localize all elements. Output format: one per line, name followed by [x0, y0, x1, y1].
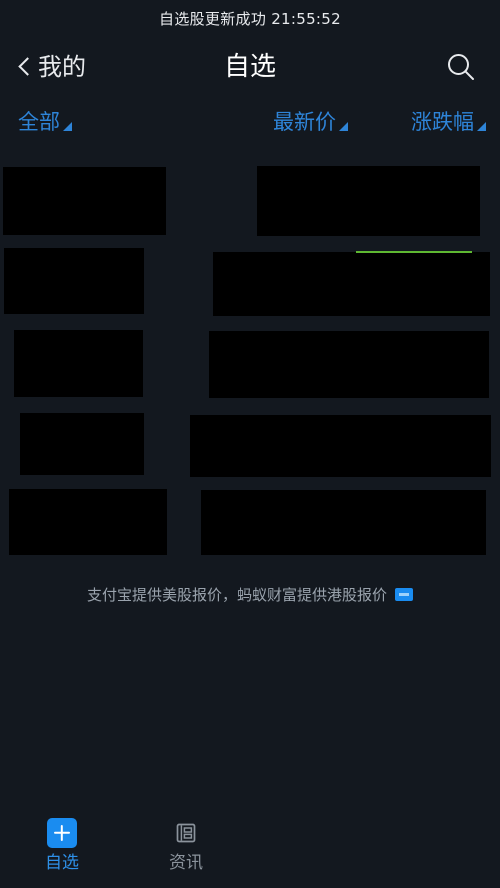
stock-quote-redacted [209, 331, 489, 398]
stock-quote-redacted [257, 166, 480, 236]
sort-latest-price-label: 最新价 [273, 109, 336, 134]
filter-sort-bar: 全部 最新价 涨跌幅 [0, 98, 500, 146]
quote-source-note: 支付宝提供美股报价，蚂蚁财富提供港股报价 [0, 578, 500, 610]
status-toast-bar: 自选股更新成功 21:55:52 [0, 0, 500, 36]
newspaper-icon [176, 823, 196, 843]
tab-news[interactable]: 资讯 [124, 818, 248, 872]
bottom-tab-bar: 自选 资讯 [0, 800, 500, 888]
tab-watchlist[interactable]: 自选 [0, 818, 124, 872]
stock-name-redacted [3, 167, 166, 235]
plus-square-icon [47, 818, 77, 848]
stock-quote-redacted [190, 415, 491, 477]
search-button[interactable] [440, 46, 482, 88]
sort-change-percent-label: 涨跌幅 [411, 109, 474, 134]
price-trend-indicator [356, 251, 472, 253]
stock-name-redacted [9, 489, 167, 555]
info-badge-icon[interactable] [395, 587, 413, 601]
sort-change-percent[interactable]: 涨跌幅 [411, 109, 486, 134]
quote-source-text: 支付宝提供美股报价，蚂蚁财富提供港股报价 [86, 585, 387, 604]
chevron-left-icon [18, 56, 31, 78]
sort-triangle-icon [477, 121, 486, 131]
stock-quote-redacted [201, 490, 486, 555]
filter-category-all-label: 全部 [18, 109, 60, 134]
sort-triangle-icon [339, 121, 348, 131]
search-icon [448, 54, 474, 80]
tab-news-label: 资讯 [169, 853, 203, 873]
update-status-text: 自选股更新成功 21:55:52 [159, 9, 341, 28]
back-button-label: 我的 [38, 53, 86, 81]
chevron-down-icon [63, 121, 72, 131]
stock-name-redacted [4, 248, 144, 314]
tab-watchlist-label: 自选 [45, 853, 79, 873]
stock-name-redacted [20, 413, 144, 475]
filter-category-all[interactable]: 全部 [18, 109, 72, 134]
navigation-header: 我的 自选 [0, 36, 500, 98]
stock-name-redacted [14, 330, 143, 397]
watchlist-stock-list[interactable] [0, 146, 500, 556]
stock-quote-redacted [213, 252, 490, 316]
sort-latest-price[interactable]: 最新价 [273, 109, 348, 134]
back-button[interactable]: 我的 [18, 55, 86, 79]
